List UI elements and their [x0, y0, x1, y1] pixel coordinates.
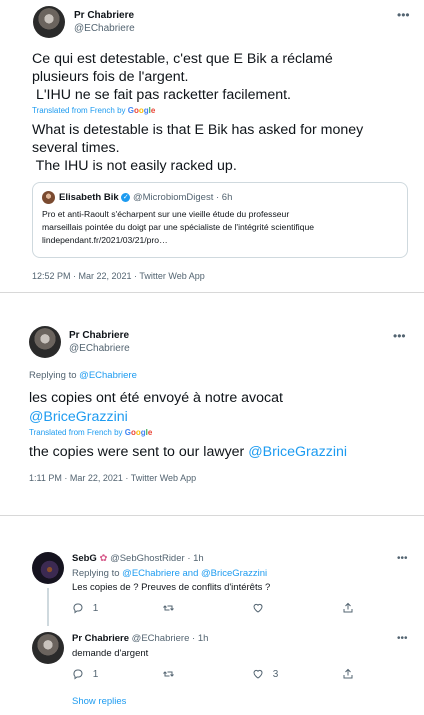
- share-icon: [343, 668, 353, 679]
- translated-note[interactable]: Translated from French by Google: [32, 106, 155, 115]
- more-options-icon[interactable]: •••: [397, 8, 410, 22]
- avatar[interactable]: [33, 6, 65, 38]
- like-button[interactable]: [252, 602, 264, 614]
- tweet-text: Ce qui est detestable, c'est que E Bik a…: [32, 51, 333, 103]
- translated-note[interactable]: Translated from French by Google: [29, 428, 152, 437]
- google-logo: Google: [124, 428, 153, 437]
- reply-header: Pr Chabriere @EChabriere · 1h: [72, 633, 209, 644]
- flower-emoji-icon: ✿: [99, 553, 108, 564]
- quoted-avatar[interactable]: [42, 191, 55, 204]
- heart-icon: [253, 603, 263, 613]
- translation-text: What is detestable is that E Bik has ask…: [32, 122, 364, 174]
- tweet-timestamp[interactable]: 1:11 PM · Mar 22, 2021 · Twitter Web App: [29, 473, 196, 483]
- retweet-button[interactable]: [162, 602, 175, 614]
- mention-link[interactable]: @BriceGrazzini: [29, 408, 283, 427]
- author-handle[interactable]: @EChabriere: [69, 343, 130, 354]
- reply-icon: [73, 669, 83, 680]
- thread-line: [47, 588, 49, 626]
- quoted-header: Elisabeth Bik ✓ @MicrobiomDigest · 6h: [59, 192, 233, 203]
- show-replies-link[interactable]: Show replies: [72, 696, 126, 707]
- author-name[interactable]: Pr Chabriere: [69, 330, 129, 341]
- share-button[interactable]: [342, 668, 354, 680]
- avatar[interactable]: [29, 326, 61, 358]
- divider: [0, 515, 424, 535]
- more-options-icon[interactable]: •••: [393, 329, 406, 343]
- retweet-icon: [163, 605, 174, 611]
- quoted-text: Pro et anti-Raoult s'écharpent sur une v…: [42, 209, 315, 245]
- author-name[interactable]: Pr Chabriere: [74, 10, 134, 21]
- more-options-icon[interactable]: •••: [397, 553, 408, 564]
- reply-icon: [73, 603, 83, 614]
- mention-link[interactable]: @BriceGrazzini: [248, 444, 347, 460]
- share-button[interactable]: [342, 602, 354, 614]
- reply-header: SebG ✿ @SebGhostRider · 1h: [72, 553, 204, 564]
- reply-button[interactable]: 1: [72, 602, 98, 614]
- translation-text: the copies were sent to our lawyer @Bric…: [29, 444, 348, 460]
- more-options-icon[interactable]: •••: [397, 633, 408, 644]
- retweet-button[interactable]: [162, 668, 175, 680]
- author-handle[interactable]: @EChabriere: [74, 23, 135, 34]
- reply-text: Les copies de ? Preuves de conflits d'in…: [72, 582, 271, 593]
- heart-icon: [253, 669, 263, 679]
- avatar[interactable]: [32, 552, 64, 584]
- divider: [0, 292, 424, 311]
- share-icon: [343, 602, 353, 613]
- reply-button[interactable]: 1: [72, 668, 98, 680]
- replying-to: Replying to @EChabriere and @BriceGrazzi…: [72, 568, 268, 579]
- tweet-text: les copies ont été envoyé à notre avocat…: [29, 390, 283, 427]
- avatar[interactable]: [32, 632, 64, 664]
- replying-to: Replying to @EChabriere: [29, 370, 137, 381]
- tweet-timestamp[interactable]: 12:52 PM · Mar 22, 2021 · Twitter Web Ap…: [32, 271, 205, 281]
- verified-badge-icon: ✓: [121, 193, 131, 202]
- quoted-tweet[interactable]: Elisabeth Bik ✓ @MicrobiomDigest · 6h Pr…: [32, 182, 408, 258]
- google-logo: Google: [127, 106, 156, 115]
- like-button[interactable]: 3: [252, 668, 278, 680]
- reply-text: demande d'argent: [72, 648, 149, 659]
- retweet-icon: [163, 671, 174, 677]
